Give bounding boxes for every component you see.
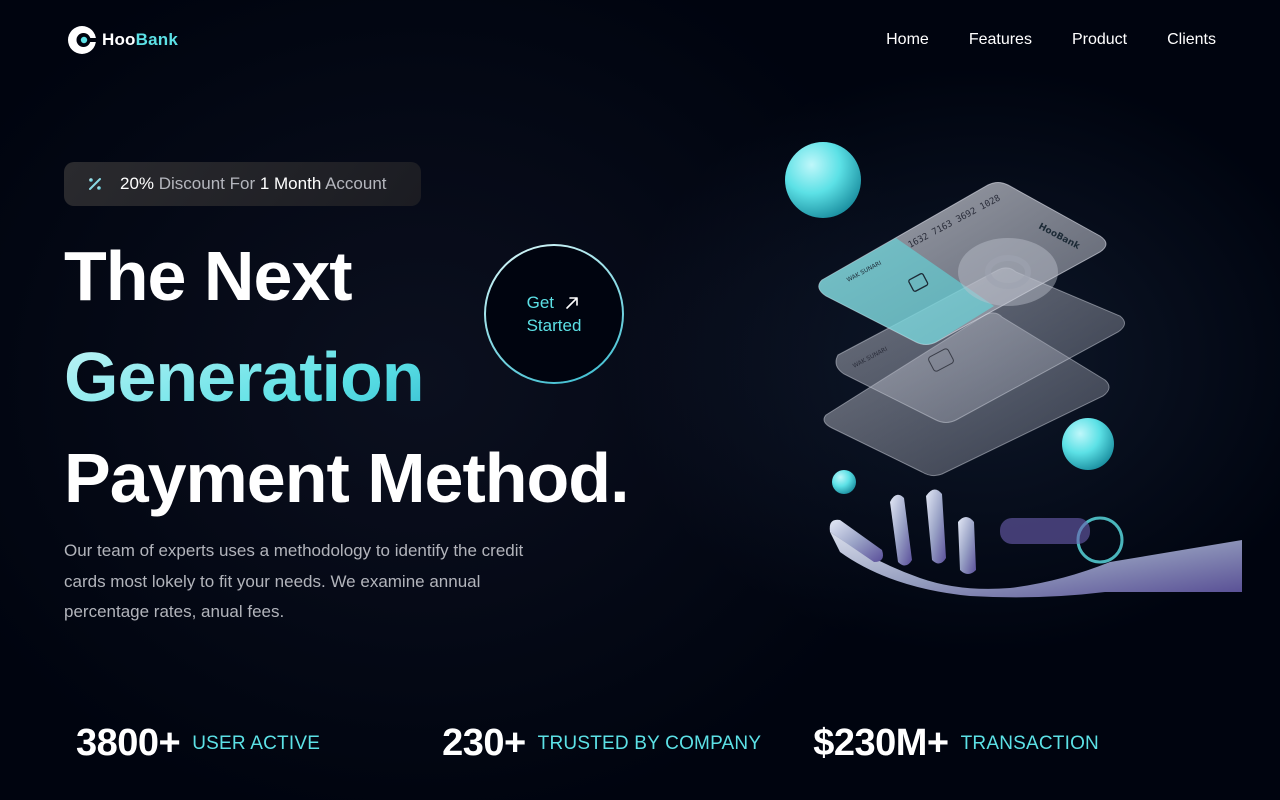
get-started-inner: Get Started <box>486 246 622 382</box>
logo[interactable]: HooBank <box>66 24 178 56</box>
hero-description: Our team of experts uses a methodology t… <box>64 541 524 621</box>
badge-text-2: Account <box>321 174 387 193</box>
hoobank-logo-icon <box>68 26 98 54</box>
sphere-large <box>785 142 861 218</box>
logo-text: HooBank <box>102 30 178 50</box>
badge-duration: 1 Month <box>259 174 322 193</box>
get-started-row: Get <box>527 291 582 314</box>
discount-badge-text: 20% Discount For 1 Month Account <box>120 174 387 194</box>
stat-trusted-by-company: 230+ TRUSTED BY COMPANY <box>442 722 761 765</box>
sphere-small <box>832 470 856 494</box>
robot-hand <box>829 489 1242 598</box>
stat-transaction: $230M+ TRANSACTION <box>813 722 1099 765</box>
get-started-line-1: Get <box>526 293 554 312</box>
stat-label: USER ACTIVE <box>192 732 321 754</box>
nav-item-features[interactable]: Features <box>969 31 1032 49</box>
nav-item-home[interactable]: Home <box>886 31 929 49</box>
stats-bar: 3800+ USER ACTIVE 230+ TRUSTED BY COMPAN… <box>76 722 1099 765</box>
discount-badge: 20% Discount For 1 Month Account <box>64 162 421 206</box>
stat-value: 230+ <box>442 722 526 764</box>
arrow-up-right-icon <box>566 296 578 309</box>
nav-links: Home Features Product Clients <box>886 31 1216 49</box>
get-started-line-2: Started <box>526 316 582 335</box>
sphere-medium <box>1062 418 1114 470</box>
badge-text-1: Discount For <box>154 174 260 193</box>
get-started-text: Get Started <box>527 291 582 337</box>
logo-text-bank: Bank <box>135 30 179 49</box>
discount-icon <box>89 178 101 190</box>
hero-title-line-3: Payment Method. <box>64 439 630 517</box>
nav-item-product[interactable]: Product <box>1072 31 1127 49</box>
nav-item-clients[interactable]: Clients <box>1167 31 1216 49</box>
navbar: HooBank Home Features Product Clients <box>66 22 1216 58</box>
get-started-button[interactable]: Get Started <box>484 244 624 384</box>
stat-value: 3800+ <box>76 722 181 764</box>
stat-label: TRANSACTION <box>960 732 1099 754</box>
robot-hand-cards-illustration: WAK SUNARI WAK SUNARI 1632 7163 3692 102… <box>785 142 1242 598</box>
stat-label: TRUSTED BY COMPANY <box>537 732 762 754</box>
stat-user-active: 3800+ USER ACTIVE <box>76 722 320 765</box>
stat-value: $230M+ <box>813 722 949 764</box>
badge-percent: 20% <box>120 174 155 193</box>
logo-text-hoo: Hoo <box>102 30 136 49</box>
